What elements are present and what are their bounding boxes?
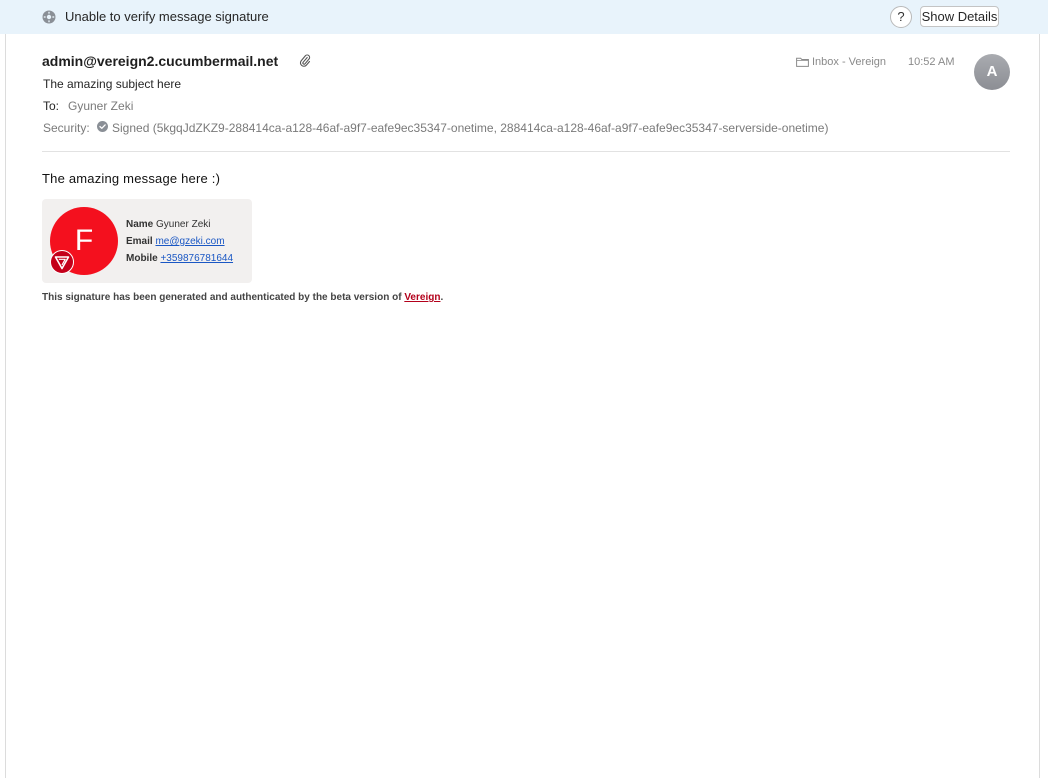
vereign-badge-icon	[50, 250, 74, 274]
show-details-button[interactable]: Show Details	[920, 6, 999, 27]
banner-text: Unable to verify message signature	[65, 9, 269, 24]
signature-mobile-row: Mobile +359876781644	[126, 253, 233, 264]
signature-mobile-label: Mobile	[126, 253, 158, 264]
signature-name-value: Gyuner Zeki	[156, 219, 211, 230]
paperclip-icon[interactable]	[299, 54, 311, 68]
to-label: To:	[43, 99, 60, 113]
header-divider	[42, 151, 1010, 152]
signature-email-link[interactable]: me@gzeki.com	[155, 236, 224, 247]
message-time: 10:52 AM	[908, 56, 955, 68]
folder-icon	[796, 57, 809, 67]
signature-name-label: Name	[126, 219, 154, 230]
security-status: Signed (5kgqJdZKZ9-288414ca-a128-46af-a9…	[112, 121, 829, 135]
signature-warning-banner: Unable to verify message signature ? Sho…	[0, 0, 1048, 34]
signature-note: This signature has been generated and au…	[42, 292, 443, 303]
signature-name-row: Name Gyuner Zeki	[126, 219, 211, 230]
signature-mobile-link[interactable]: +359876781644	[160, 253, 233, 264]
message-frame	[5, 34, 1040, 778]
sender-address[interactable]: admin@vereign2.cucumbermail.net	[42, 53, 278, 69]
recipient-name[interactable]: Gyuner Zeki	[68, 99, 133, 113]
message-body: The amazing message here :)	[42, 171, 221, 186]
vereign-link[interactable]: Vereign	[404, 292, 440, 303]
security-label: Security:	[43, 121, 90, 135]
shield-check-icon	[97, 121, 108, 132]
gear-icon	[42, 10, 56, 24]
sender-avatar: A	[974, 54, 1010, 90]
help-button[interactable]: ?	[890, 6, 912, 28]
mailbox-folder: Inbox - Vereign	[812, 56, 886, 68]
message-subject: The amazing subject here	[43, 77, 182, 91]
signature-note-suffix: .	[440, 292, 444, 303]
signature-email-label: Email	[126, 236, 153, 247]
signature-email-row: Email me@gzeki.com	[126, 236, 225, 247]
signature-note-text: This signature has been generated and au…	[42, 292, 402, 303]
